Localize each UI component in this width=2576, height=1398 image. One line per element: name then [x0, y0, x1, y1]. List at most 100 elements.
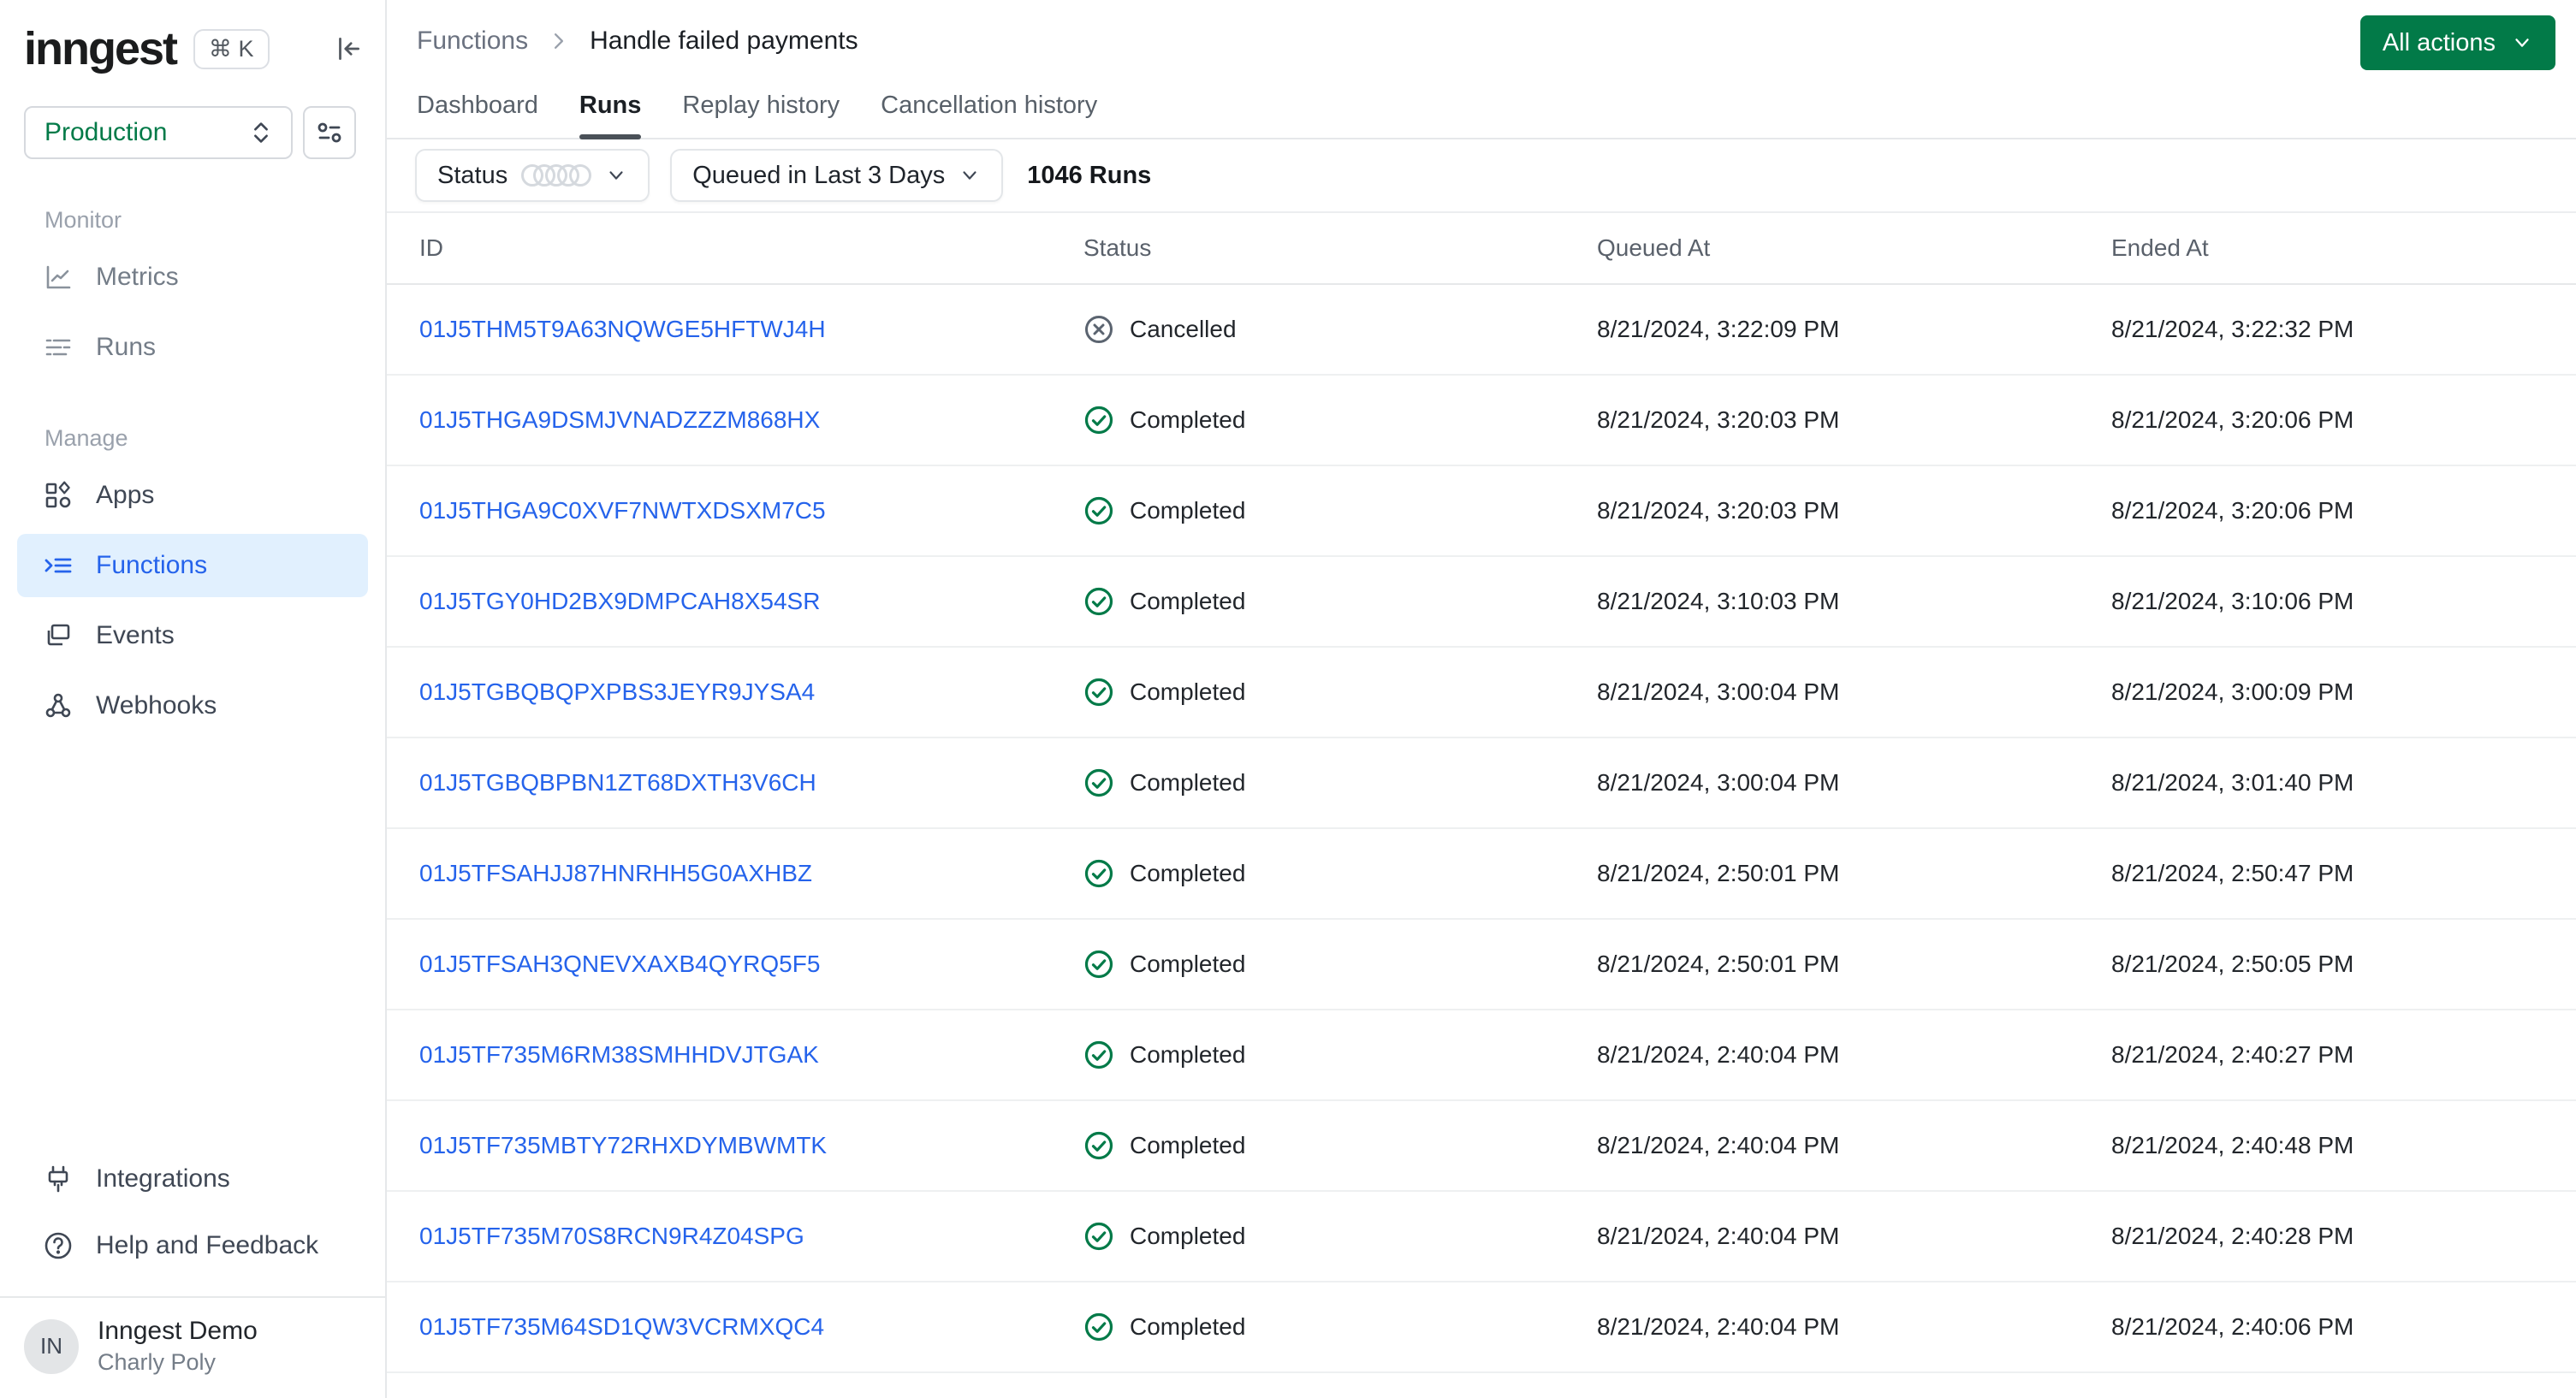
- breadcrumb: Functions Handle failed payments: [417, 27, 858, 56]
- run-ended-at: 8/21/2024, 3:20:06 PM: [2111, 497, 2354, 524]
- run-ended-at: 8/21/2024, 3:10:06 PM: [2111, 588, 2354, 614]
- run-id-link[interactable]: 01J5TF735M6RM38SMHHDVJTGAK: [419, 1041, 1083, 1069]
- completed-check-icon: [1083, 767, 1114, 798]
- sidebar-item-runs[interactable]: Runs: [17, 316, 368, 379]
- run-queued-at: 8/21/2024, 2:40:04 PM: [1597, 1041, 1840, 1068]
- environment-settings-button[interactable]: [303, 106, 356, 159]
- run-status: Completed: [1083, 858, 1597, 889]
- run-id-link[interactable]: 01J5TFSAHJJ87HNRHH5G0AXHBZ: [419, 860, 1083, 887]
- tab-dashboard[interactable]: Dashboard: [417, 86, 538, 138]
- sidebar: inngest ⌘ K Production Monitor Metrics R…: [0, 0, 387, 1398]
- run-id-link[interactable]: 01J5TGY0HD2BX9DMPCAH8X54SR: [419, 588, 1083, 615]
- table-row: 01J5TGBQBQPXPBS3JEYR9JYSA4 Completed 8/2…: [387, 648, 2576, 738]
- completed-check-icon: [1083, 1040, 1114, 1070]
- run-ended-at: 8/21/2024, 2:40:48 PM: [2111, 1132, 2354, 1158]
- table-row: 01J5TGY0HD2BX9DMPCAH8X54SR Completed 8/2…: [387, 557, 2576, 648]
- run-queued-at: 8/21/2024, 3:00:04 PM: [1597, 678, 1840, 705]
- run-queued-at: 8/21/2024, 2:40:04 PM: [1597, 1132, 1840, 1158]
- chevron-down-icon: [959, 164, 981, 187]
- tab-runs[interactable]: Runs: [579, 86, 641, 139]
- run-ended-at: 8/21/2024, 3:01:40 PM: [2111, 769, 2354, 796]
- filter-bar: Status Queued in Last 3 Days 1046 Runs: [387, 139, 2576, 213]
- run-status: Cancelled: [1083, 314, 1597, 345]
- collapse-sidebar-icon[interactable]: [332, 33, 365, 65]
- list-lines-icon: [43, 332, 74, 363]
- function-tabs: Dashboard Runs Replay history Cancellati…: [387, 86, 2576, 139]
- column-header-status: Status: [1083, 234, 1152, 261]
- run-status: Completed: [1083, 1130, 1597, 1161]
- sidebar-item-help-feedback[interactable]: Help and Feedback: [17, 1214, 368, 1277]
- question-circle-icon: [43, 1230, 74, 1261]
- sidebar-item-integrations[interactable]: Integrations: [17, 1147, 368, 1211]
- chevron-down-icon: [605, 164, 627, 187]
- run-id-link[interactable]: 01J5TF735M64SD1QW3VCRMXQC4: [419, 1313, 1083, 1341]
- column-header-queued-at: Queued At: [1597, 234, 1711, 261]
- user-menu[interactable]: IN Inngest Demo Charly Poly: [0, 1298, 385, 1398]
- run-ended-at: 8/21/2024, 3:20:06 PM: [2111, 406, 2354, 433]
- user-org: Charly Poly: [98, 1349, 217, 1375]
- chevron-right-icon: [547, 29, 571, 53]
- completed-check-icon: [1083, 1130, 1114, 1161]
- line-chart-icon: [43, 262, 74, 293]
- run-ended-at: 8/21/2024, 2:40:28 PM: [2111, 1223, 2354, 1249]
- table-row: 01J5TF735M70S8RCN9R4Z04SPG Completed 8/2…: [387, 1192, 2576, 1282]
- sidebar-item-events[interactable]: Events: [17, 604, 368, 667]
- column-header-id: ID: [419, 234, 443, 261]
- all-actions-button[interactable]: All actions: [2359, 15, 2555, 70]
- run-queued-at: 8/21/2024, 3:20:03 PM: [1597, 497, 1840, 524]
- command-k-shortcut[interactable]: ⌘ K: [193, 28, 270, 69]
- table-row: 01J5TF735M6RM38SMHHDVJTGAK Completed 8/2…: [387, 1010, 2576, 1101]
- tab-cancellation-history[interactable]: Cancellation history: [881, 86, 1097, 138]
- run-queued-at: 8/21/2024, 3:22:09 PM: [1597, 316, 1840, 342]
- user-name: Inngest Demo: [98, 1317, 258, 1345]
- sidebar-item-apps[interactable]: Apps: [17, 464, 368, 527]
- status-filter-dropdown[interactable]: Status: [415, 149, 650, 202]
- sidebar-item-functions[interactable]: Functions: [17, 534, 368, 597]
- function-list-icon: [43, 550, 74, 581]
- tab-replay-history[interactable]: Replay history: [682, 86, 840, 138]
- table-row: 01J5TF735MBTY72RHXDYMBWMTK Completed 8/2…: [387, 1101, 2576, 1192]
- run-ended-at: 8/21/2024, 2:50:47 PM: [2111, 860, 2354, 886]
- run-ended-at: 8/21/2024, 3:00:09 PM: [2111, 678, 2354, 705]
- table-row: 01J5TGBQBPBN1ZT68DXTH3V6CH Completed 8/2…: [387, 738, 2576, 829]
- run-ended-at: 8/21/2024, 3:22:32 PM: [2111, 316, 2354, 342]
- run-queued-at: 8/21/2024, 3:00:04 PM: [1597, 769, 1840, 796]
- page-title: Handle failed payments: [590, 27, 858, 55]
- table-row: 01J5TF735M64SD1QW3VCRMXQC4 Completed 8/2…: [387, 1282, 2576, 1373]
- breadcrumb-functions-link[interactable]: Functions: [417, 27, 528, 56]
- chevron-up-down-icon: [246, 118, 276, 147]
- completed-check-icon: [1083, 677, 1114, 708]
- run-id-link[interactable]: 01J5TF735M70S8RCN9R4Z04SPG: [419, 1223, 1083, 1250]
- run-queued-at: 8/21/2024, 2:40:04 PM: [1597, 1313, 1840, 1340]
- environment-selector[interactable]: Production: [24, 106, 293, 159]
- run-id-link[interactable]: 01J5TGBQBPBN1ZT68DXTH3V6CH: [419, 769, 1083, 797]
- run-id-link[interactable]: 01J5TFSAH3QNEVXAXB4QYRQ5F5: [419, 951, 1083, 978]
- column-header-ended-at: Ended At: [2111, 234, 2209, 261]
- run-ended-at: 8/21/2024, 2:50:05 PM: [2111, 951, 2354, 977]
- table-row: 01J5THGA9C0XVF7NWTXDSXM7C5 Completed 8/2…: [387, 466, 2576, 557]
- time-range-filter-dropdown[interactable]: Queued in Last 3 Days: [670, 149, 1004, 202]
- run-id-link[interactable]: 01J5THM5T9A63NQWGE5HFTWJ4H: [419, 316, 1083, 343]
- sidebar-item-metrics[interactable]: Metrics: [17, 246, 368, 309]
- webhook-icon: [43, 690, 74, 721]
- completed-check-icon: [1083, 858, 1114, 889]
- plug-icon: [43, 1164, 74, 1194]
- environment-selector-value: Production: [45, 118, 168, 146]
- sidebar-item-webhooks[interactable]: Webhooks: [17, 674, 368, 738]
- run-id-link[interactable]: 01J5THGA9DSMJVNADZZZM868HX: [419, 406, 1083, 434]
- table-row: 01J5TFSAHJJ87HNRHH5G0AXHBZ Completed 8/2…: [387, 829, 2576, 920]
- table-body: 01J5THM5T9A63NQWGE5HFTWJ4H Cancelled 8/2…: [387, 285, 2576, 1373]
- run-id-link[interactable]: 01J5TF735MBTY72RHXDYMBWMTK: [419, 1132, 1083, 1159]
- status-rings-icon: [521, 164, 592, 187]
- run-status: Completed: [1083, 1040, 1597, 1070]
- inngest-logo: inngest: [24, 23, 178, 74]
- completed-check-icon: [1083, 1312, 1114, 1342]
- run-status: Completed: [1083, 586, 1597, 617]
- run-id-link[interactable]: 01J5THGA9C0XVF7NWTXDSXM7C5: [419, 497, 1083, 524]
- run-id-link[interactable]: 01J5TGBQBQPXPBS3JEYR9JYSA4: [419, 678, 1083, 706]
- table-row: 01J5THM5T9A63NQWGE5HFTWJ4H Cancelled 8/2…: [387, 285, 2576, 376]
- windows-icon: [43, 620, 74, 651]
- section-label-monitor: Monitor: [45, 207, 122, 233]
- table-row: 01J5THGA9DSMJVNADZZZM868HX Completed 8/2…: [387, 376, 2576, 466]
- run-status: Completed: [1083, 767, 1597, 798]
